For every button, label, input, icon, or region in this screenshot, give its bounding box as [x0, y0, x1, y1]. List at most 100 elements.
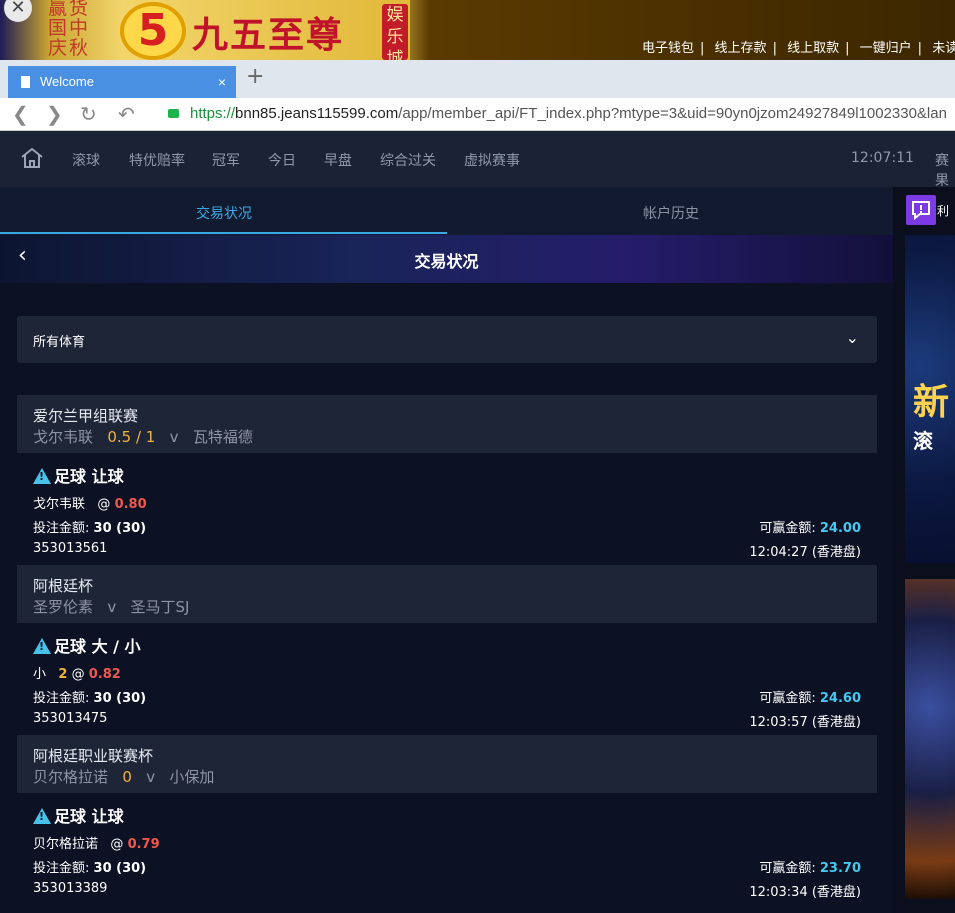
home-team: 戈尔韦联	[33, 428, 94, 446]
stake: 投注金额: 30 (30)	[33, 521, 147, 536]
reload-icon[interactable]: ↻	[80, 102, 97, 127]
promo-ad-image[interactable]	[905, 579, 955, 899]
nav-results[interactable]: 赛果	[935, 150, 955, 190]
side-promo-panel: 利 新 滚	[893, 187, 955, 913]
tab-account-history[interactable]: 帐户历史	[643, 203, 699, 223]
league-name: 阿根廷杯	[33, 577, 94, 595]
bet-details: 足球 让球 贝尔格拉诺 @ 0.79 投注金额: 30 (30) 可赢金额: 2…	[17, 793, 877, 905]
brand-logo-area: ✕ 赢货国中庆秋 5 九五至尊 娱乐城	[0, 0, 410, 69]
away-team: 瓦特福德	[192, 428, 253, 446]
page-header: ‹ 交易状况	[0, 235, 893, 283]
bet-details: 足球 让球 戈尔韦联 @ 0.80 投注金额: 30 (30) 可赢金额: 24…	[17, 453, 877, 565]
potential-win: 可赢金额: 24.60	[759, 691, 861, 706]
ticket-id: 353013561	[33, 541, 108, 556]
document-icon	[21, 76, 30, 88]
nav-in-play[interactable]: 滚球	[72, 150, 100, 170]
ticket-id: 353013389	[33, 881, 108, 896]
pick-selection: 小	[33, 667, 47, 682]
banner-close-icon[interactable]: ✕	[4, 0, 32, 22]
nav-today[interactable]: 今日	[268, 150, 296, 170]
brand-five-logo: 5	[120, 2, 186, 60]
pick-selection: 戈尔韦联	[33, 497, 86, 512]
away-team: 小保加	[169, 768, 215, 786]
odds: 0.79	[127, 837, 160, 852]
sport-filter-select[interactable]: 所有体育 ⌄	[17, 316, 877, 363]
page-title: 交易状况	[414, 252, 479, 271]
bet-time: 12:03:34 (香港盘)	[749, 885, 861, 900]
stake: 投注金额: 30 (30)	[33, 691, 147, 706]
pick-line: 2	[58, 667, 68, 682]
versus: v	[146, 768, 156, 786]
sub-tabs: 交易状况 帐户历史	[0, 187, 893, 235]
link-one-click-return[interactable]: 一键归户	[860, 41, 912, 56]
bet-time: 12:03:57 (香港盘)	[749, 715, 861, 730]
browser-tab-welcome[interactable]: Welcome ×	[8, 66, 236, 98]
bet-pick: 小 2 @ 0.82	[33, 667, 121, 682]
link-withdraw[interactable]: 线上取款	[787, 41, 839, 56]
league-name: 阿根廷职业联赛杯	[33, 747, 154, 765]
nav-virtual[interactable]: 虚拟赛事	[464, 150, 520, 170]
promo-banner: ✕ 赢货国中庆秋 5 九五至尊 娱乐城 电子钱包 | 线上存款 | 线上取款 | 一键…	[0, 0, 955, 69]
tab-title: Welcome	[40, 74, 94, 89]
handicap: 0	[122, 768, 132, 786]
bet-details: 足球 大 / 小 小 2 @ 0.82 投注金额: 30 (30) 可赢金额: …	[17, 623, 877, 735]
browser-tab-bar: Welcome ×	[0, 60, 955, 98]
match-teams: 圣罗伦素 v 圣马丁SJ	[33, 596, 189, 617]
away-team: 圣马丁SJ	[130, 598, 190, 616]
bet-header: 阿根廷杯 圣罗伦素 v 圣马丁SJ	[17, 565, 877, 623]
warning-icon	[33, 808, 51, 824]
bet-pick: 贝尔格拉诺 @ 0.79	[33, 837, 160, 852]
odds: 0.82	[88, 667, 121, 682]
tab-transaction-status[interactable]: 交易状况	[196, 203, 252, 223]
lock-icon	[168, 109, 179, 118]
link-e-wallet[interactable]: 电子钱包	[642, 41, 694, 56]
tab-close-icon[interactable]: ×	[218, 66, 226, 98]
bet-header: 爱尔兰甲组联赛 戈尔韦联 0.5 / 1 v 瓦特福德	[17, 395, 877, 453]
site-top-nav: 滚球 特优赔率 冠军 今日 早盘 综合过关 虚拟赛事 12:07:11 赛果	[0, 131, 955, 190]
chat-feedback-icon[interactable]	[906, 195, 936, 225]
potential-win: 可赢金额: 23.70	[759, 861, 861, 876]
back-icon[interactable]: ❮	[12, 102, 29, 127]
nav-parlay[interactable]: 综合过关	[380, 150, 436, 170]
home-team: 圣罗伦素	[33, 598, 94, 616]
versus: v	[169, 428, 179, 446]
bet-header: 阿根廷职业联赛杯 贝尔格拉诺 0 v 小保加	[17, 735, 877, 793]
nav-early[interactable]: 早盘	[324, 150, 352, 170]
brand-name: 九五至尊	[192, 14, 345, 56]
ad-text-new: 新	[913, 382, 950, 423]
warning-icon	[33, 638, 51, 654]
side-promo-label: 利	[937, 204, 950, 218]
home-team: 贝尔格拉诺	[33, 768, 109, 786]
bet-pick: 戈尔韦联 @ 0.80	[33, 497, 147, 512]
handicap: 0.5 / 1	[107, 428, 156, 446]
stake: 投注金额: 30 (30)	[33, 861, 147, 876]
warning-icon	[33, 468, 51, 484]
link-unread-messages[interactable]: 未读讯	[932, 41, 955, 56]
address-bar: ❮ ❯ ↻ ↶ https://bnn85.jeans115599.com/ap…	[0, 98, 955, 131]
new-tab-icon[interactable]: +	[246, 64, 264, 89]
odds: 0.80	[114, 497, 147, 512]
nav-special-odds[interactable]: 特优赔率	[129, 150, 185, 170]
bet-type: 足球 大 / 小	[33, 633, 141, 657]
link-deposit[interactable]: 线上存款	[715, 41, 767, 56]
sport-filter-value: 所有体育	[33, 335, 86, 350]
bet-type: 足球 让球	[33, 463, 124, 487]
promo-ad-image[interactable]: 新 滚	[905, 235, 955, 563]
url-field[interactable]: https://bnn85.jeans115599.com/app/member…	[190, 105, 947, 122]
banner-left-text: 赢货国中庆秋	[48, 0, 91, 59]
brand-tag: 娱乐城	[382, 4, 408, 69]
home-icon[interactable]	[20, 146, 44, 170]
ad-text-roll: 滚	[913, 429, 933, 453]
ticket-id: 353013475	[33, 711, 108, 726]
potential-win: 可赢金额: 24.00	[759, 521, 861, 536]
match-teams: 戈尔韦联 0.5 / 1 v 瓦特福德	[33, 426, 253, 447]
bet-time: 12:04:27 (香港盘)	[749, 545, 861, 560]
undo-icon[interactable]: ↶	[118, 102, 135, 127]
forward-icon[interactable]: ❯	[46, 102, 63, 127]
bet-type: 足球 让球	[33, 803, 124, 827]
banner-links: 电子钱包| 线上存款| 线上取款| 一键归户| 未读讯	[642, 37, 955, 56]
clock: 12:07:11	[851, 150, 914, 166]
active-tab-indicator	[0, 232, 447, 234]
nav-outright[interactable]: 冠军	[212, 150, 240, 170]
chevron-down-icon: ⌄	[845, 328, 859, 347]
